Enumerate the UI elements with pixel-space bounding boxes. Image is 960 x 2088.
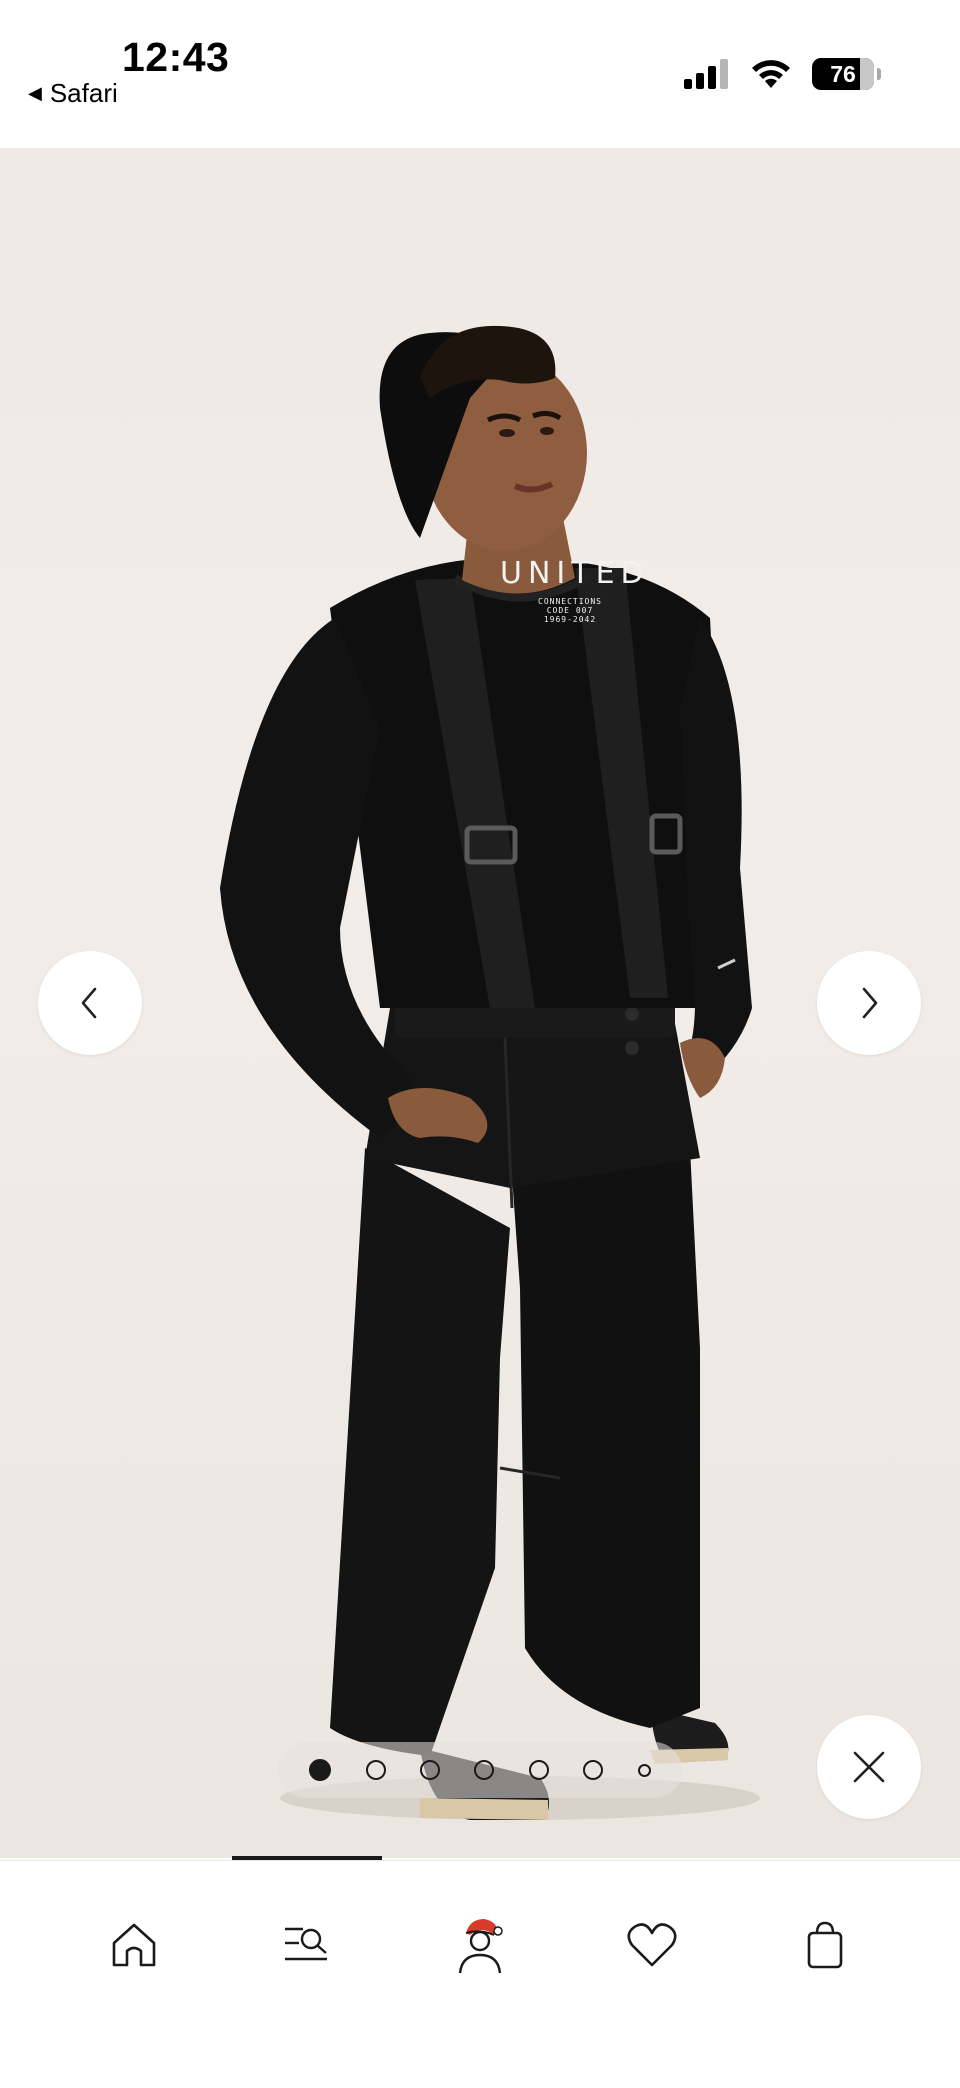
profile-santa-icon bbox=[458, 1919, 503, 1974]
nav-home[interactable] bbox=[94, 1905, 174, 1985]
chevron-right-icon bbox=[862, 987, 878, 1019]
product-photo bbox=[220, 325, 760, 1820]
status-bar: 12:43 ◀ Safari 76 bbox=[0, 0, 960, 148]
pager-dot-2[interactable] bbox=[365, 1760, 386, 1780]
close-icon bbox=[853, 1751, 885, 1783]
status-indicators: 76 bbox=[684, 58, 881, 90]
product-image-viewer[interactable]: UNITED CONNECTIONS CODE 007 1969-2042 bbox=[0, 148, 960, 1858]
shirt-print-line3: 1969-2042 bbox=[543, 615, 597, 624]
search-menu-icon bbox=[285, 1927, 327, 1961]
nav-bag[interactable] bbox=[785, 1905, 865, 1985]
nav-search-menu[interactable] bbox=[267, 1905, 347, 1985]
home-icon bbox=[112, 1923, 156, 1967]
close-gallery-button[interactable] bbox=[817, 1715, 921, 1819]
pager-dot-6[interactable] bbox=[583, 1760, 604, 1780]
back-to-app-link[interactable]: ◀ Safari bbox=[28, 78, 118, 109]
back-app-label: Safari bbox=[49, 78, 118, 108]
shirt-print-main: UNITED bbox=[500, 556, 650, 591]
battery-icon: 76 bbox=[812, 58, 881, 90]
pager-dot-7[interactable] bbox=[637, 1763, 651, 1777]
pager-dot-5[interactable] bbox=[528, 1760, 549, 1780]
wifi-icon bbox=[752, 60, 790, 88]
cellular-signal-icon bbox=[684, 59, 728, 89]
bottom-navigation bbox=[0, 1860, 960, 2088]
nav-wishlist[interactable] bbox=[612, 1905, 692, 1985]
back-triangle-icon: ◀ bbox=[28, 83, 42, 103]
image-pager bbox=[278, 1742, 682, 1798]
shirt-print: UNITED CONNECTIONS CODE 007 1969-2042 bbox=[500, 556, 650, 624]
shopping-bag-icon bbox=[807, 1921, 843, 1969]
heart-icon bbox=[627, 1923, 677, 1967]
status-time: 12:43 bbox=[122, 34, 230, 80]
pager-dot-3[interactable] bbox=[420, 1760, 441, 1780]
shirt-print-line1: CONNECTIONS bbox=[538, 597, 602, 606]
chevron-left-icon bbox=[81, 987, 97, 1019]
shirt-print-line2: CODE 007 bbox=[546, 606, 594, 615]
previous-image-button[interactable] bbox=[38, 951, 142, 1055]
nav-profile[interactable] bbox=[440, 1905, 520, 1985]
pager-dot-1[interactable] bbox=[309, 1759, 332, 1781]
next-image-button[interactable] bbox=[817, 951, 921, 1055]
pager-dot-4[interactable] bbox=[474, 1760, 495, 1780]
battery-level: 76 bbox=[830, 60, 856, 87]
